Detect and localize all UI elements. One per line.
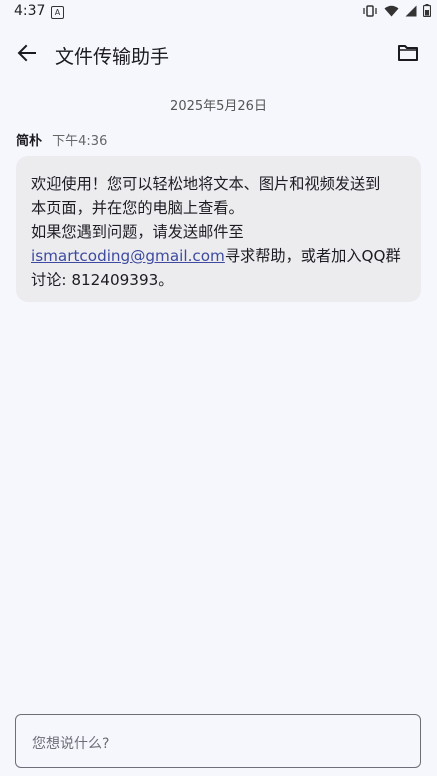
input-placeholder: 您想说什么? xyxy=(32,736,110,752)
back-button[interactable] xyxy=(12,40,42,70)
status-time: 4:37 xyxy=(14,3,46,19)
message-line: 讨论: 812409393。 xyxy=(31,271,174,289)
message-line: 本页面，并在您的电脑上查看。 xyxy=(31,199,244,217)
message-header: 简朴 下午4:36 xyxy=(16,130,107,149)
vibrate-icon xyxy=(362,4,378,17)
message-line: 欢迎使用！您可以轻松地将文本、图片和视频发送到 xyxy=(31,175,381,193)
status-icons xyxy=(362,4,431,17)
message-bubble[interactable]: 欢迎使用！您可以轻松地将文本、图片和视频发送到 本页面，并在您的电脑上查看。 如… xyxy=(16,156,421,302)
status-bar: 4:37 A xyxy=(0,0,437,24)
message-time: 下午4:36 xyxy=(52,134,108,149)
wifi-icon xyxy=(384,5,399,17)
arrow-left-icon xyxy=(17,43,37,67)
sender-name: 简朴 xyxy=(16,134,43,149)
message-input[interactable]: 您想说什么? xyxy=(15,714,421,768)
email-link[interactable]: ismartcoding@gmail.com xyxy=(31,247,225,265)
message-text: 寻求帮助，或者加入QQ群 xyxy=(224,247,401,265)
files-button[interactable] xyxy=(393,40,423,70)
page-title: 文件传输助手 xyxy=(55,46,170,68)
signal-icon xyxy=(405,5,417,17)
message-line: 如果您遇到问题，请发送邮件至 xyxy=(31,223,244,241)
notification-icon: A xyxy=(51,6,64,19)
app-bar: 文件传输助手 xyxy=(0,30,437,80)
battery-icon xyxy=(423,4,431,17)
date-separator: 2025年5月26日 xyxy=(170,99,267,114)
folder-icon xyxy=(397,44,419,66)
message-line-with-link: ismartcoding@gmail.com寻求帮助，或者加入QQ群 xyxy=(31,244,405,268)
